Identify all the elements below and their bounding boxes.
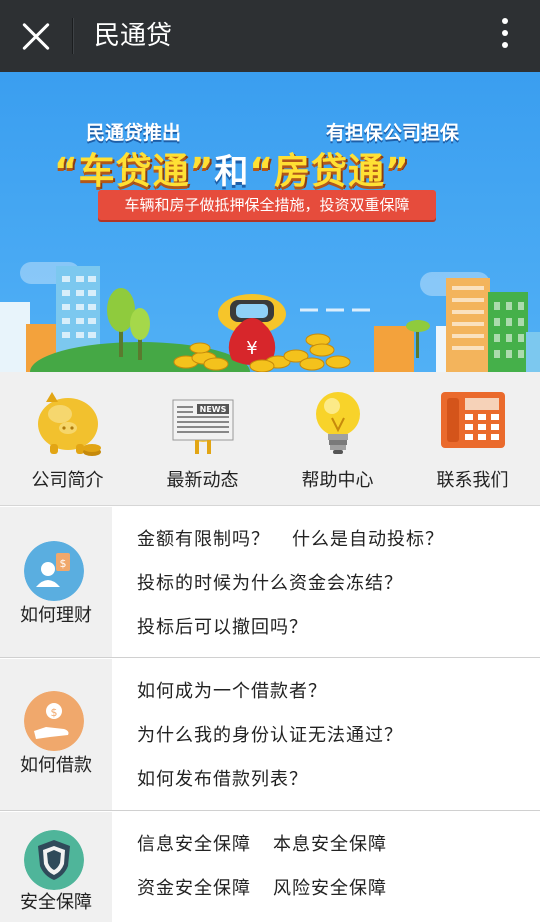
faq-link[interactable]: 信息安全保障 xyxy=(137,834,251,855)
quick-nav: 公司简介 NEWS 最新动态 帮助中心 联系我们 xyxy=(0,372,540,506)
question-row: 为什么我的身份认证无法通过？ xyxy=(137,721,403,747)
nav-label: 帮助中心 xyxy=(301,470,374,491)
nav-latest-news[interactable]: NEWS 最新动态 xyxy=(135,372,270,506)
faq-link[interactable]: 本息安全保障 xyxy=(273,834,387,855)
question-row: 投标后可以撤回吗？ xyxy=(137,613,308,639)
faq-link[interactable]: 风险安全保障 xyxy=(273,878,387,899)
faq-link[interactable]: 什么是自动投标？ xyxy=(292,529,444,550)
faq-link[interactable]: 金额有限制吗？ xyxy=(137,529,270,550)
question-row: 资金安全保障 风险安全保障 xyxy=(137,874,387,900)
newspaper-icon: NEWS xyxy=(172,399,234,454)
piggy-bank-icon xyxy=(38,392,101,456)
promo-banner[interactable]: 民通贷推出 有担保公司担保 “车贷通”和“房贷通” 车辆和房子做抵押保全措施，投… xyxy=(0,72,540,372)
question-row: 金额有限制吗？ 什么是自动投标？ xyxy=(137,525,444,551)
shield-icon xyxy=(24,830,84,890)
faq-link[interactable]: 如何成为一个借款者？ xyxy=(137,681,327,702)
nav-help-center[interactable]: 帮助中心 xyxy=(270,372,405,506)
svg-text:$: $ xyxy=(60,557,67,570)
faq-link[interactable]: 投标后可以撤回吗？ xyxy=(137,617,308,638)
nav-company-intro[interactable]: 公司简介 xyxy=(0,372,135,506)
nav-label: 最新动态 xyxy=(166,470,239,491)
title-bar: 民通贷 xyxy=(0,0,540,72)
question-row: 如何成为一个借款者？ xyxy=(137,677,327,703)
question-row: 如何发布借款列表？ xyxy=(137,765,308,791)
title-separator xyxy=(72,18,73,54)
section-side-panel[interactable]: $ 如何借款 xyxy=(0,659,112,810)
city-illustration: ¥ xyxy=(0,266,540,372)
faq-section-borrow: $ 如何借款 如何成为一个借款者？ 为什么我的身份认证无法通过？ 如何发布借款列… xyxy=(0,659,540,811)
faq-link[interactable]: 投标的时候为什么资金会冻结？ xyxy=(137,573,403,594)
faq-link[interactable]: 为什么我的身份认证无法通过？ xyxy=(137,725,403,746)
faq-link[interactable]: 资金安全保障 xyxy=(137,878,251,899)
section-label: 如何理财 xyxy=(20,605,92,626)
page-title: 民通贷 xyxy=(94,21,173,51)
nav-label: 公司简介 xyxy=(31,470,104,491)
svg-text:$: $ xyxy=(51,706,58,719)
question-row: 投标的时候为什么资金会冻结？ xyxy=(137,569,403,595)
lightbulb-icon xyxy=(316,392,360,454)
question-row: 信息安全保障 本息安全保障 xyxy=(137,830,387,856)
nav-contact-us[interactable]: 联系我们 xyxy=(405,372,540,506)
section-label: 安全保障 xyxy=(20,892,92,913)
hand-money-icon: $ xyxy=(24,691,84,751)
close-icon[interactable] xyxy=(14,14,58,58)
nav-label: 联系我们 xyxy=(436,470,509,491)
section-side-panel[interactable]: $ 如何理财 xyxy=(0,507,112,657)
faq-section-security: 安全保障 信息安全保障 本息安全保障 资金安全保障 风险安全保障 xyxy=(0,812,540,922)
section-side-panel[interactable]: 安全保障 xyxy=(0,812,112,922)
investor-icon: $ xyxy=(24,541,84,601)
more-vertical-icon[interactable] xyxy=(500,18,510,54)
svg-text:¥: ¥ xyxy=(246,338,257,359)
svg-text:NEWS: NEWS xyxy=(200,405,227,414)
section-label: 如何借款 xyxy=(20,755,92,776)
telephone-icon xyxy=(441,392,505,448)
faq-link[interactable]: 如何发布借款列表？ xyxy=(137,769,308,790)
faq-section-invest: $ 如何理财 金额有限制吗？ 什么是自动投标？ 投标的时候为什么资金会冻结？ 投标… xyxy=(0,507,540,658)
